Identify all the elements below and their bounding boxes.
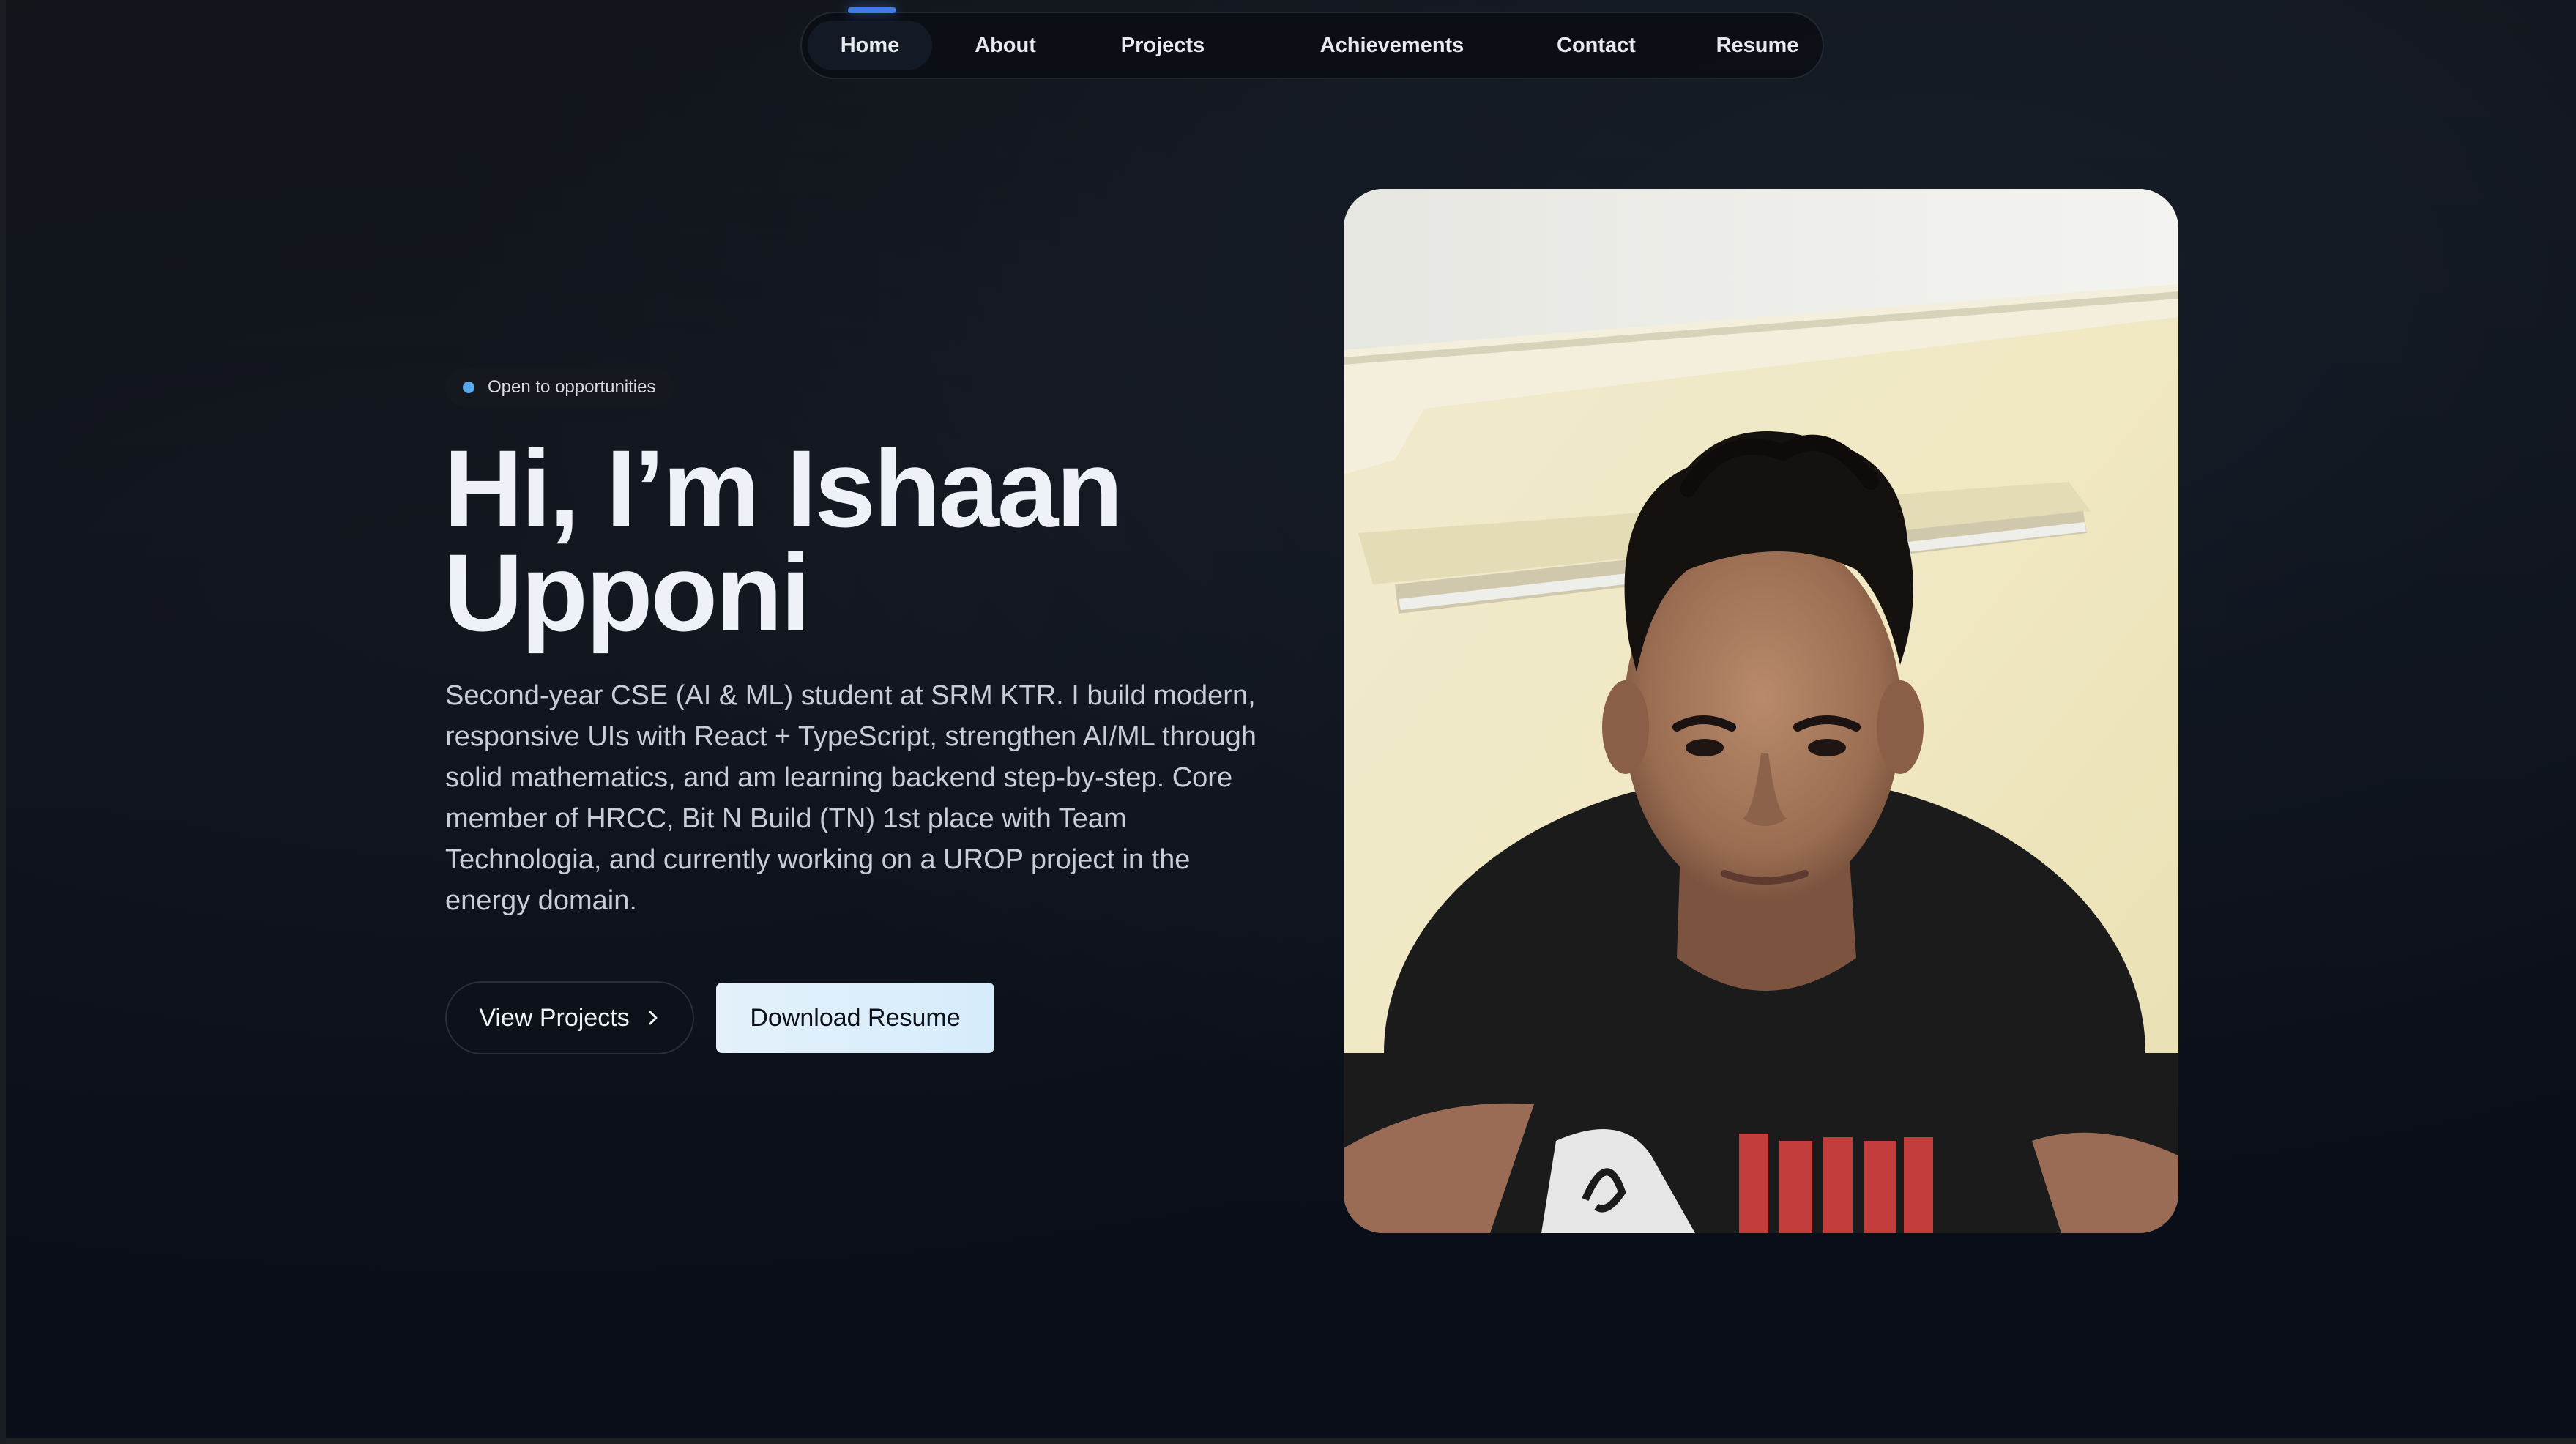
- page: Home About Projects Achievements Contact…: [0, 0, 2576, 1444]
- top-nav: Home About Projects Achievements Contact…: [800, 12, 1824, 79]
- nav-projects[interactable]: Projects: [1093, 21, 1232, 70]
- status-badge: Open to opportunities: [445, 368, 674, 406]
- nav-contact[interactable]: Contact: [1534, 21, 1659, 70]
- chevron-right-icon: [649, 1011, 658, 1025]
- hero-description: Second-year CSE (AI & ML) student at SRM…: [445, 680, 1257, 916]
- hero-title-line2: Upponi: [444, 531, 811, 654]
- nav-home[interactable]: Home: [808, 21, 932, 70]
- active-nav-indicator: [848, 7, 896, 13]
- profile-photo: [1344, 189, 2178, 1233]
- hero-title: Hi, I’m Ishaan Upponi: [444, 433, 1249, 647]
- portrait-image: [1344, 189, 2178, 1233]
- status-dot-icon: [463, 382, 474, 393]
- nav-resume[interactable]: Resume: [1695, 21, 1820, 70]
- view-projects-label: View Projects: [479, 1003, 630, 1032]
- nav-achievements[interactable]: Achievements: [1289, 21, 1494, 70]
- view-projects-button[interactable]: View Projects: [445, 981, 694, 1054]
- nav-about[interactable]: About: [947, 21, 1064, 70]
- status-text: Open to opportunities: [488, 377, 656, 397]
- window-bottom-edge: [6, 1438, 2576, 1444]
- download-resume-button[interactable]: Download Resume: [716, 983, 994, 1053]
